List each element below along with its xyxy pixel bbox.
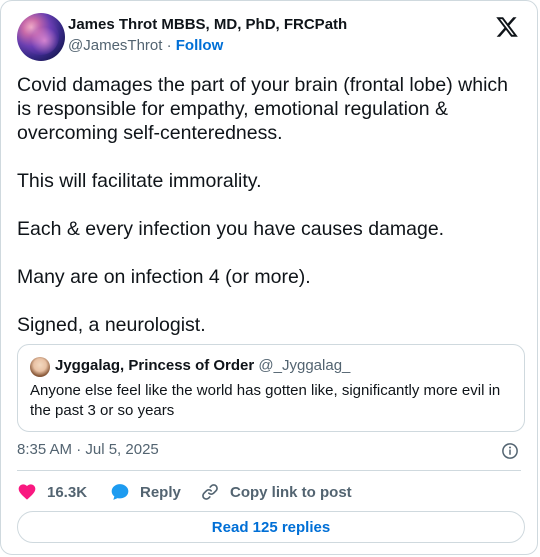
quote-author-name: Jyggalag, Princess of Order [55,357,255,374]
author-handle[interactable]: @JamesThrot [68,37,162,54]
quoted-tweet[interactable]: Jyggalag, Princess of Order @_Jyggalag_ … [17,344,525,432]
quote-author-row: Jyggalag, Princess of Order @_Jyggalag_ [55,357,350,374]
read-replies-button[interactable]: Read 125 replies [17,511,525,543]
quote-author-avatar [30,357,50,377]
tweet-paragraph: Signed, a neurologist. [17,314,206,336]
like-count: 16.3K [47,483,88,501]
heart-icon [18,484,36,500]
info-icon[interactable] [501,442,519,460]
author-name[interactable]: James Throt MBBS, MD, PhD, FRCPath [68,16,347,33]
copy-link-label: Copy link to post [230,483,352,501]
link-icon [202,484,218,500]
reply-label: Reply [140,483,181,501]
reply-button[interactable]: Reply [110,481,181,503]
tweet-text: Covid damages the part of your brain (fr… [17,73,527,337]
copy-link-button[interactable]: Copy link to post [200,481,352,503]
separator-dot: · [166,37,172,54]
tweet-paragraph: This will facilitate immorality. [17,170,262,192]
like-button[interactable]: 16.3K [17,481,87,503]
author-handle-row: @JamesThrot · Follow [68,37,223,54]
divider [17,470,521,471]
tweet-paragraph: Covid damages the part of your brain (fr… [17,74,509,144]
tweet-timestamp[interactable]: 8:35 AM · Jul 5, 2025 [17,441,159,458]
author-avatar[interactable] [17,13,65,61]
tweet-paragraph: Many are on infection 4 (or more). [17,266,311,288]
tweet-header: James Throt MBBS, MD, PhD, FRCPath @Jame… [17,13,521,61]
quote-author-handle: @_Jyggalag_ [258,357,351,374]
quote-text: Anyone else feel like the world has gott… [30,382,501,419]
tweet-card: James Throt MBBS, MD, PhD, FRCPath @Jame… [0,0,538,555]
follow-button[interactable]: Follow [176,37,224,54]
x-logo-icon[interactable] [495,15,519,39]
tweet-paragraph: Each & every infection you have causes d… [17,218,445,240]
reply-bubble-icon [111,484,129,500]
